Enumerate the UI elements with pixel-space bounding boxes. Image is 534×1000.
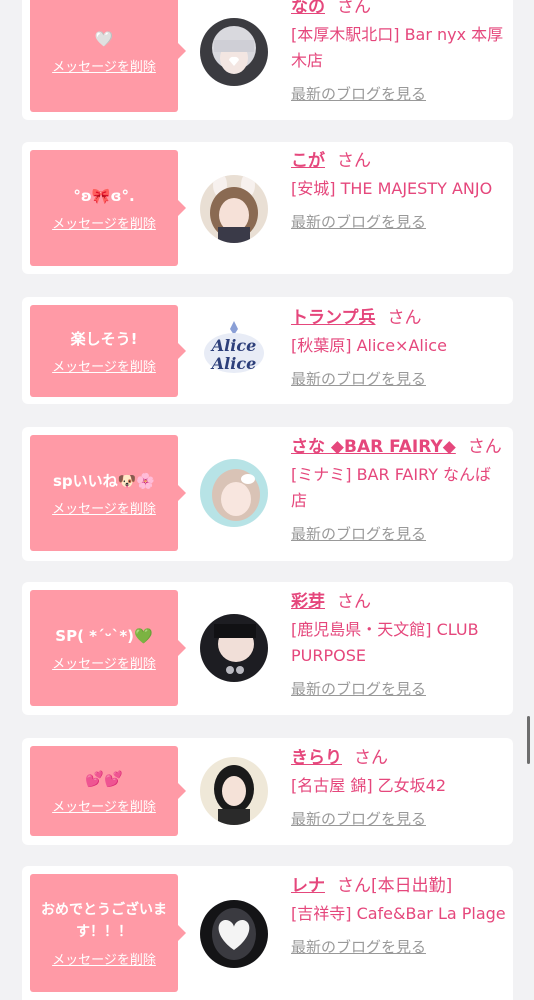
message-text: おめでとうございます！！！ <box>41 901 167 940</box>
message-text: °ʚ🎀ɞ°. <box>73 186 135 205</box>
delete-message-link[interactable]: メッセージを削除 <box>52 56 156 75</box>
latest-blog-link[interactable]: 最新のブログを見る <box>291 212 426 232</box>
message-bubble: SP( *´ᵕ`*)💚 メッセージを削除 <box>30 590 186 706</box>
message-card: 💕💕 メッセージを削除 きらり さん [名古屋 錦] 乙女坂42 最新のブログを見… <box>22 738 513 845</box>
message-bubble: 🤍 メッセージを削除 <box>30 0 186 112</box>
cast-name-link[interactable]: きらり <box>291 748 342 768</box>
shop-info: [ミナミ] BAR FAIRY なんば店 <box>291 465 492 510</box>
name-line: 彩芽 さん <box>291 589 506 615</box>
cast-info: 彩芽 さん [鹿児島県・天文館] CLUB PURPOSE 最新のブログを見る <box>291 589 506 699</box>
message-bubble: おめでとうございます！！！ メッセージを削除 <box>30 874 186 992</box>
latest-blog-link[interactable]: 最新のブログを見る <box>291 84 426 104</box>
cast-name-link[interactable]: トランプ兵 <box>291 308 376 328</box>
message-bubble: 楽しそう! メッセージを削除 <box>30 305 186 397</box>
svg-text:Alice: Alice <box>210 354 257 373</box>
status-label: [本日出勤] <box>371 876 453 896</box>
delete-message-link[interactable]: メッセージを削除 <box>52 796 156 815</box>
message-text: 🤍 <box>94 29 114 48</box>
avatar-image <box>200 459 268 527</box>
cast-avatar[interactable] <box>200 614 268 682</box>
cast-name-link[interactable]: レナ <box>291 876 325 896</box>
shop-info: [安城] THE MAJESTY ANJO <box>291 179 493 198</box>
message-bubble: 💕💕 メッセージを削除 <box>30 746 186 836</box>
latest-blog-link[interactable]: 最新のブログを見る <box>291 369 426 389</box>
cast-name-link[interactable]: こが <box>291 151 325 171</box>
cast-name-link[interactable]: なの <box>291 0 325 17</box>
delete-message-link[interactable]: メッセージを削除 <box>52 498 156 517</box>
cast-avatar[interactable] <box>200 900 268 968</box>
honorific: さん <box>467 437 502 457</box>
latest-blog-link[interactable]: 最新のブログを見る <box>291 524 426 544</box>
message-text: spいいね🐶🌸 <box>52 471 156 490</box>
shop-info: [名古屋 錦] 乙女坂42 <box>291 776 447 795</box>
name-line: こが さん <box>291 148 506 174</box>
message-card: SP( *´ᵕ`*)💚 メッセージを削除 彩芽 さん [鹿児島県・天文館] CLU… <box>22 582 513 715</box>
avatar-image <box>200 614 268 682</box>
shop-info: [本厚木駅北口] Bar nyx 本厚木店 <box>291 25 504 70</box>
avatar-image <box>200 18 268 86</box>
name-line: なの さん <box>291 0 506 20</box>
honorific: さん <box>354 748 388 768</box>
honorific: さん <box>337 151 371 171</box>
message-card: spいいね🐶🌸 メッセージを削除 さな ◆BAR FAIRY◆ さん [ミナミ] … <box>22 427 513 561</box>
cast-name-link[interactable]: さな ◆BAR FAIRY◆ <box>291 437 456 457</box>
latest-blog-link[interactable]: 最新のブログを見る <box>291 809 426 829</box>
message-bubble: °ʚ🎀ɞ°. メッセージを削除 <box>30 150 186 266</box>
honorific: さん <box>387 308 422 328</box>
svg-text:Alice: Alice <box>210 336 257 355</box>
cast-avatar[interactable] <box>200 757 268 825</box>
cast-info: さな ◆BAR FAIRY◆ さん [ミナミ] BAR FAIRY なんば店 最新… <box>291 434 506 544</box>
alice-logo-icon: Alice Alice <box>200 317 268 385</box>
delete-message-link[interactable]: メッセージを削除 <box>52 653 156 672</box>
name-line: さな ◆BAR FAIRY◆ さん <box>291 434 506 460</box>
shop-info: [吉祥寺] Cafe&Bar La Plage <box>291 904 506 923</box>
cast-avatar[interactable] <box>200 175 268 243</box>
cast-name-link[interactable]: 彩芽 <box>291 592 325 612</box>
shop-info: [秋葉原] Alice×Alice <box>291 336 447 355</box>
name-line: レナ さん[本日出勤] <box>291 873 506 899</box>
message-feed: 🤍 メッセージを削除 なの さん [本厚木駅北口] Bar nyx 本厚木店 最新… <box>0 0 534 1000</box>
cast-info: こが さん [安城] THE MAJESTY ANJO 最新のブログを見る <box>291 148 506 232</box>
cast-info: トランプ兵 さん [秋葉原] Alice×Alice 最新のブログを見る <box>291 305 506 389</box>
message-card: 🤍 メッセージを削除 なの さん [本厚木駅北口] Bar nyx 本厚木店 最新… <box>22 0 513 120</box>
scrollbar[interactable] <box>527 716 530 764</box>
cast-info: きらり さん [名古屋 錦] 乙女坂42 最新のブログを見る <box>291 745 506 829</box>
message-card: おめでとうございます！！！ メッセージを削除 レナ さん[本日出勤] [吉祥寺] … <box>22 866 513 1000</box>
message-text: 💕💕 <box>85 769 123 788</box>
shop-info: [鹿児島県・天文館] CLUB PURPOSE <box>291 620 479 665</box>
avatar-image <box>200 757 268 825</box>
delete-message-link[interactable]: メッセージを削除 <box>52 356 156 375</box>
cast-avatar[interactable] <box>200 18 268 86</box>
cast-info: レナ さん[本日出勤] [吉祥寺] Cafe&Bar La Plage 最新のブロ… <box>291 873 506 957</box>
message-bubble: spいいね🐶🌸 メッセージを削除 <box>30 435 186 551</box>
alice-logo-avatar[interactable]: Alice Alice <box>200 317 268 385</box>
avatar-image <box>200 175 268 243</box>
honorific: さん <box>337 592 371 612</box>
message-text: 楽しそう! <box>70 329 138 348</box>
message-card: 楽しそう! メッセージを削除 Alice Alice トランプ兵 さん [秋葉原]… <box>22 297 513 404</box>
message-text: SP( *´ᵕ`*)💚 <box>55 626 153 645</box>
latest-blog-link[interactable]: 最新のブログを見る <box>291 937 426 957</box>
name-line: トランプ兵 さん <box>291 305 506 331</box>
cast-avatar[interactable] <box>200 459 268 527</box>
name-line: きらり さん <box>291 745 506 771</box>
cast-info: なの さん [本厚木駅北口] Bar nyx 本厚木店 最新のブログを見る <box>291 0 506 104</box>
message-card: °ʚ🎀ɞ°. メッセージを削除 こが さん [安城] THE MAJESTY AN… <box>22 142 513 274</box>
delete-message-link[interactable]: メッセージを削除 <box>52 213 156 232</box>
avatar-image <box>200 900 268 968</box>
honorific: さん <box>337 0 371 17</box>
honorific: さん <box>337 876 371 896</box>
latest-blog-link[interactable]: 最新のブログを見る <box>291 679 426 699</box>
delete-message-link[interactable]: メッセージを削除 <box>52 949 156 968</box>
